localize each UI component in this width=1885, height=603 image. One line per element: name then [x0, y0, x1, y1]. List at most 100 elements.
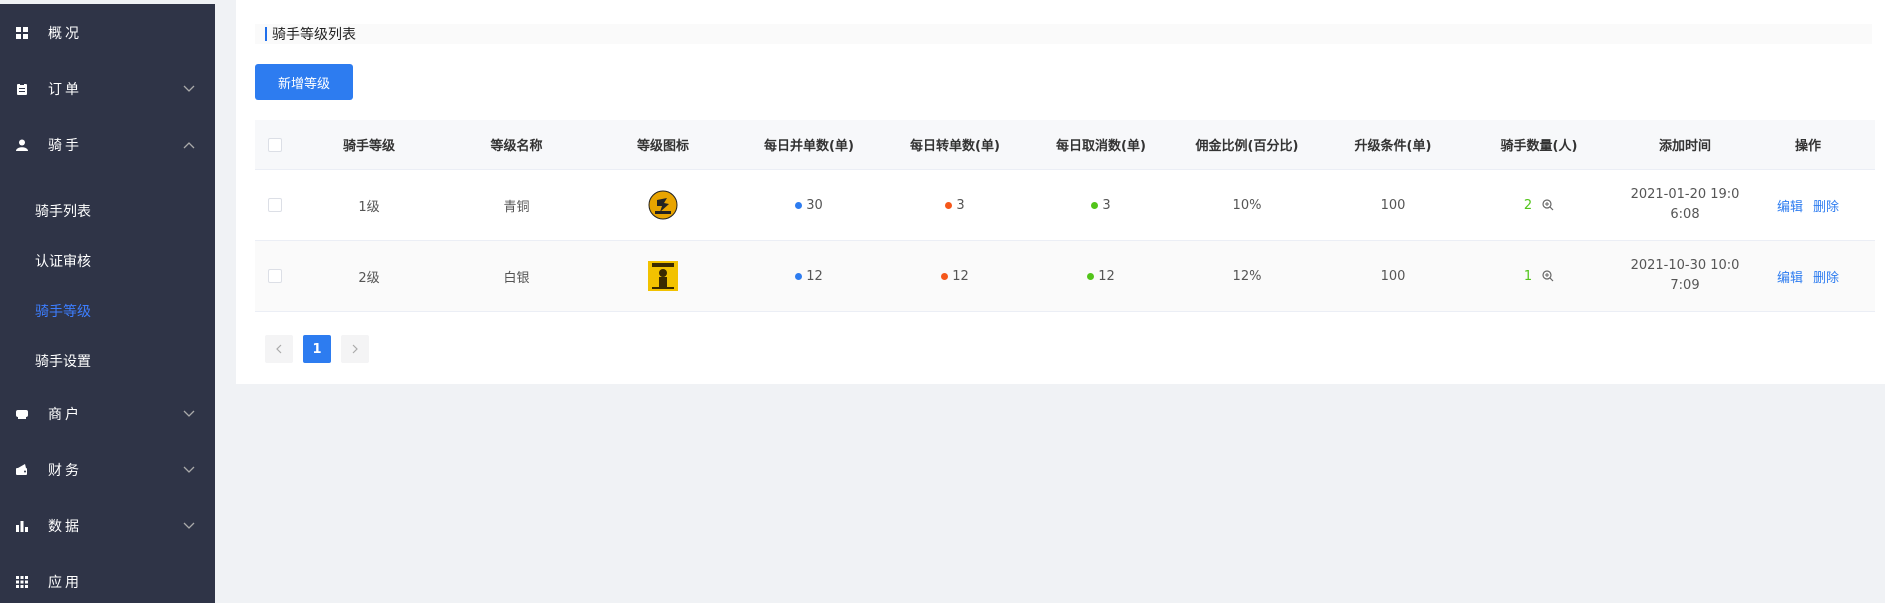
cell-transfer: 3	[882, 198, 1028, 213]
cancel-value: 3	[1102, 197, 1111, 213]
cancel-dot	[1087, 272, 1095, 280]
header-transfer: 每日转单数(单)	[910, 139, 1000, 154]
prev-page-button[interactable]	[265, 335, 293, 363]
menu-finance[interactable]: 财务	[0, 442, 215, 498]
user-icon	[15, 138, 29, 152]
menu-riders[interactable]: 骑手	[0, 117, 215, 173]
menu-data[interactable]: 数据	[0, 498, 215, 554]
chevron-down-icon	[183, 522, 195, 529]
menu-merchants[interactable]: 商户	[0, 386, 215, 442]
cell-commission: 12%	[1232, 268, 1262, 284]
menu-orders[interactable]: 订单	[0, 61, 215, 117]
chevron-down-icon	[183, 466, 195, 473]
cell-cancel: 12	[1028, 269, 1174, 284]
cell-riders: 1	[1466, 269, 1612, 284]
apps-icon	[15, 575, 29, 589]
rider-level-table: 骑手等级 等级名称 等级图标 每日并单数(单) 每日转单数(单) 每日取消数(单…	[255, 120, 1875, 312]
menu-apps[interactable]: 应用	[0, 554, 215, 603]
add-level-button[interactable]: 新增等级	[255, 64, 353, 100]
section-header: 骑手等级列表	[255, 24, 1872, 44]
delete-link[interactable]: 删除	[1813, 196, 1839, 215]
delete-link[interactable]: 删除	[1813, 267, 1839, 286]
chevron-left-icon	[276, 344, 282, 354]
row-select-cell	[255, 198, 295, 212]
row-checkbox[interactable]	[268, 198, 282, 212]
page-number-button[interactable]: 1	[303, 335, 331, 363]
edit-link[interactable]: 编辑	[1777, 196, 1803, 215]
silver-badge-icon	[648, 261, 678, 291]
sidebar-item-certification[interactable]: 认证审核	[0, 236, 215, 286]
page-title: 骑手等级列表	[272, 27, 356, 43]
transfer-dot	[945, 201, 953, 209]
menu-label: 商户	[48, 407, 82, 423]
transfer-value: 3	[956, 197, 965, 213]
cell-riders: 2	[1466, 198, 1612, 213]
merge-value: 12	[806, 268, 823, 284]
cell-time: 2021-10-30 10:07:09	[1612, 256, 1758, 296]
merge-value: 30	[806, 197, 823, 213]
header-merge: 每日并单数(单)	[764, 139, 854, 154]
menu-overview[interactable]: 概况	[0, 5, 215, 61]
next-page-button[interactable]	[341, 335, 369, 363]
grid-icon	[15, 26, 29, 40]
menu-label: 订单	[48, 82, 82, 98]
table-header: 骑手等级 等级名称 等级图标 每日并单数(单) 每日转单数(单) 每日取消数(单…	[255, 120, 1875, 170]
menu-label: 财务	[48, 463, 82, 479]
header-riders: 骑手数量(人)	[1500, 139, 1578, 154]
header-time: 添加时间	[1658, 139, 1711, 154]
main-card: 骑手等级列表 新增等级 骑手等级 等级名称 等级图标 每日并单数(单) 每日转单…	[236, 0, 1885, 384]
bar-chart-icon	[15, 519, 29, 533]
chevron-down-icon	[183, 85, 195, 92]
cancel-dot	[1091, 201, 1099, 209]
cell-transfer: 12	[882, 269, 1028, 284]
zoom-in-icon[interactable]	[1542, 199, 1554, 211]
header-cancel: 每日取消数(单)	[1056, 139, 1146, 154]
shop-icon	[15, 407, 29, 421]
select-all-cell	[255, 137, 295, 152]
sidebar-item-rider-level[interactable]: 骑手等级	[0, 286, 215, 336]
cell-upgrade: 100	[1380, 268, 1406, 284]
zoom-in-icon[interactable]	[1542, 270, 1554, 282]
cell-merge: 30	[736, 198, 882, 213]
chevron-down-icon	[183, 410, 195, 417]
wallet-icon	[15, 463, 29, 477]
menu-label: 概况	[48, 26, 82, 42]
header-name: 等级名称	[490, 139, 543, 154]
sidebar-item-rider-settings[interactable]: 骑手设置	[0, 336, 215, 386]
edit-link[interactable]: 编辑	[1777, 267, 1803, 286]
add-time: 2021-01-20 19:06:08	[1630, 187, 1740, 222]
rider-count: 2	[1523, 197, 1533, 213]
menu-label: 数据	[48, 519, 82, 535]
menu-label: 应用	[48, 575, 82, 591]
table-row: 1级 青铜 30 3 3 10% 100 2 2021-01-20 19:06:…	[255, 170, 1875, 241]
header-level: 骑手等级	[342, 139, 395, 154]
chevron-right-icon	[352, 344, 358, 354]
cell-cancel: 3	[1028, 198, 1174, 213]
chevron-up-icon	[183, 142, 195, 149]
sidebar-item-rider-list[interactable]: 骑手列表	[0, 186, 215, 236]
cell-time: 2021-01-20 19:06:08	[1612, 185, 1758, 225]
title-accent-bar	[265, 27, 267, 41]
header-icon: 等级图标	[636, 139, 689, 154]
merge-dot	[795, 201, 803, 209]
pagination: 1	[265, 335, 369, 363]
cell-name: 白银	[503, 270, 530, 286]
clipboard-icon	[15, 82, 29, 96]
cell-commission: 10%	[1232, 197, 1262, 213]
cell-merge: 12	[736, 269, 882, 284]
table-row: 2级 白银 12 12 12 12% 100 1 2021-10-30 10:0	[255, 241, 1875, 312]
header-commission: 佣金比例(百分比)	[1195, 139, 1299, 154]
cancel-value: 12	[1098, 268, 1115, 284]
transfer-value: 12	[952, 268, 969, 284]
rider-count: 1	[1523, 268, 1533, 284]
cell-actions: 编辑 删除	[1758, 196, 1858, 215]
header-upgrade: 升级条件(单)	[1354, 139, 1432, 154]
row-select-cell	[255, 269, 295, 283]
cell-level: 2级	[358, 270, 380, 286]
cell-name: 青铜	[503, 199, 530, 215]
cell-icon	[590, 261, 736, 291]
cell-level: 1级	[358, 199, 380, 215]
merge-dot	[795, 272, 803, 280]
row-checkbox[interactable]	[268, 269, 282, 283]
select-all-checkbox[interactable]	[268, 137, 282, 152]
